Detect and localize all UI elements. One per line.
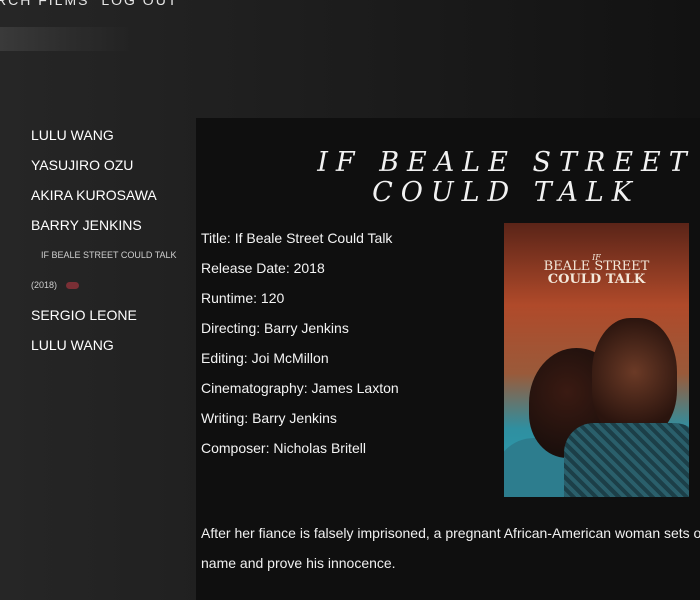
sidebar-subitem-film[interactable]: IF BEALE STREET COULD TALK <box>31 240 191 270</box>
synopsis-line-2: name and prove his innocence. <box>201 555 396 571</box>
poster-figure-shape <box>592 318 677 438</box>
detail-cinematography: Cinematography: James Laxton <box>201 380 399 396</box>
search-films-link[interactable]: RCH FILMS <box>0 0 89 8</box>
sidebar-item-yasujiro-ozu[interactable]: YASUJIRO OZU <box>31 150 191 180</box>
poster-title: IF BEALE STREET COULD TALK <box>504 253 689 287</box>
detail-editing: Editing: Joi McMillon <box>201 350 329 366</box>
sidebar-item-sergio-leone[interactable]: SERGIO LEONE <box>31 300 191 330</box>
detail-runtime: Runtime: 120 <box>201 290 285 306</box>
director-sidebar: LULU WANG YASUJIRO OZU AKIRA KUROSAWA BA… <box>31 120 191 360</box>
delete-pill-button[interactable] <box>66 281 80 289</box>
movie-synopsis: After her fiance is falsely imprisoned, … <box>201 518 700 578</box>
detail-composer: Composer: Nicholas Britell <box>201 440 366 456</box>
top-nav: RCH FILMS LOG OUT <box>0 0 184 8</box>
film-year-label: (2018) <box>31 280 58 290</box>
poster-title-could: COULD TALK <box>547 272 646 287</box>
detail-writing: Writing: Barry Jenkins <box>201 410 337 426</box>
sidebar-item-lulu-wang-2[interactable]: LULU WANG <box>31 330 191 360</box>
sidebar-item-akira-kurosawa[interactable]: AKIRA KUROSAWA <box>31 180 191 210</box>
movie-heading: IF BEALE STREET COULD TALK <box>317 147 695 208</box>
sidebar-item-barry-jenkins[interactable]: BARRY JENKINS <box>31 210 191 240</box>
movie-detail-panel: IF BEALE STREET COULD TALK Title: If Bea… <box>196 118 700 600</box>
movie-poster: IF BEALE STREET COULD TALK <box>504 223 689 497</box>
sidebar-item-lulu-wang[interactable]: LULU WANG <box>31 120 191 150</box>
detail-directing: Directing: Barry Jenkins <box>201 320 349 336</box>
nav-bar-strip <box>0 27 130 51</box>
detail-release-date: Release Date: 2018 <box>201 260 325 276</box>
log-out-link[interactable]: LOG OUT <box>101 0 178 8</box>
movie-details: Title: If Beale Street Could Talk Releas… <box>201 223 399 463</box>
sidebar-subitem-year: (2018) <box>31 270 191 300</box>
synopsis-line-1: After her fiance is falsely imprisoned, … <box>201 525 700 541</box>
detail-title: Title: If Beale Street Could Talk <box>201 230 393 246</box>
poster-figure-shape <box>564 423 689 497</box>
